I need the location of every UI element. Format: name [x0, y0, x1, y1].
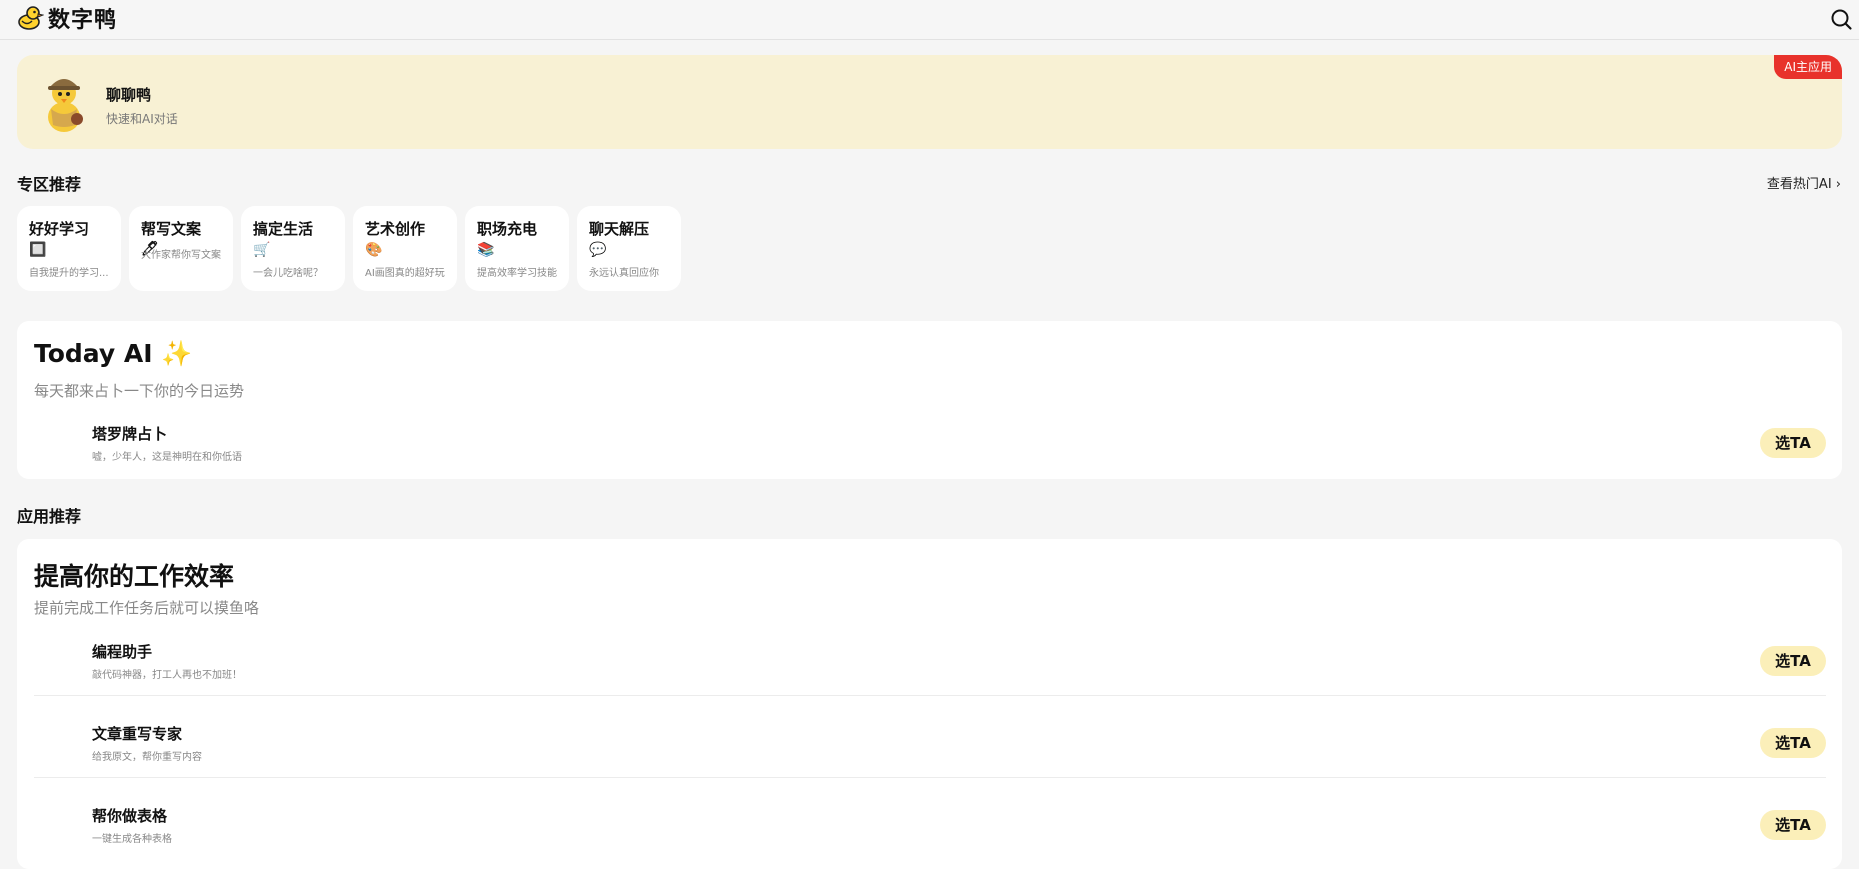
list-item-coding[interactable]: 编程助手 敲代码神器，打工人再也不加班！ 选TA [34, 637, 1826, 707]
category-title: 搞定生活 [253, 220, 314, 238]
view-hot-ai-label: 查看热门AI [1766, 177, 1832, 192]
efficiency-panel: 提高你的工作效率 提前完成工作任务后就可以摸鱼咯 编程助手 敲代码神器，打工人再… [17, 539, 1842, 869]
category-subtitle: 提高效率学习技能 [477, 268, 557, 279]
row-subtitle: 一键生成各种表格 [92, 834, 172, 845]
category-card-copywriting[interactable]: 帮写文案 🖊 大作家帮你写文案 [129, 206, 233, 291]
duck-logo-icon [18, 6, 44, 30]
books-icon: 📚 [477, 242, 495, 258]
pick-button[interactable]: 选TA [1760, 428, 1826, 458]
category-subtitle: 一会儿吃啥呢？ [253, 268, 323, 279]
category-card-art[interactable]: 艺术创作 🎨 AI画图真的超好玩 [353, 206, 457, 291]
ai-main-app-badge: AI主应用 [1774, 55, 1842, 79]
duck-detective-icon [48, 79, 83, 132]
category-subtitle: AI画图真的超好玩 [365, 268, 445, 279]
apps-section-title: 应用推荐 [17, 507, 82, 526]
list-item-table[interactable]: 帮你做表格 一键生成各种表格 选TA [34, 801, 1826, 861]
today-ai-panel: Today AI ✨ 每天都来占卜一下你的今日运势 塔罗牌占卜 嘘，少年人，这是… [17, 321, 1842, 479]
brand-name: 数字鸭 [48, 8, 118, 33]
palette-icon: 🎨 [365, 242, 383, 258]
category-list: 好好学习 🔲 自我提升的学习... 帮写文案 🖊 大作家帮你写文案 搞定生活 🛒… [17, 206, 681, 291]
category-subtitle: 永远认真回应你 [589, 268, 659, 279]
tablet-icon: 🔲 [29, 242, 47, 258]
row-title: 编程助手 [92, 643, 153, 661]
category-card-life[interactable]: 搞定生活 🛒 一会儿吃啥呢？ [241, 206, 345, 291]
sparkles-icon: ✨ [161, 339, 193, 368]
category-card-career[interactable]: 职场充电 📚 提高效率学习技能 [465, 206, 569, 291]
category-card-chat[interactable]: 聊天解压 💬 永远认真回应你 [577, 206, 681, 291]
divider [34, 695, 1826, 696]
pick-button[interactable]: 选TA [1760, 810, 1826, 840]
category-title: 艺术创作 [365, 220, 426, 238]
row-subtitle: 嘘，少年人，这是神明在和你低语 [92, 452, 242, 463]
list-item-tarot[interactable]: 塔罗牌占卜 嘘，少年人，这是神明在和你低语 选TA [34, 419, 1826, 479]
row-subtitle: 给我原文，帮你重写内容 [92, 752, 202, 763]
today-ai-title-text: Today AI [34, 339, 153, 368]
banner-subtitle: 快速和AI对话 [106, 112, 178, 126]
brand-logo[interactable]: 数字鸭 [16, 2, 117, 34]
view-hot-ai-link[interactable]: 查看热门AI › [1767, 173, 1841, 192]
row-title: 塔罗牌占卜 [92, 425, 168, 443]
pick-button[interactable]: 选TA [1760, 646, 1826, 676]
today-ai-subtitle: 每天都来占卜一下你的今日运势 [34, 382, 245, 400]
row-title: 文章重写专家 [92, 725, 183, 743]
cart-icon: 🛒 [253, 242, 271, 258]
efficiency-subtitle: 提前完成工作任务后就可以摸鱼咯 [34, 599, 260, 617]
speech-bubble-icon: 💬 [589, 242, 607, 258]
efficiency-title: 提高你的工作效率 [34, 562, 235, 591]
zone-section-title: 专区推荐 [17, 175, 82, 194]
chevron-right-icon: › [1835, 177, 1841, 192]
list-item-rewrite[interactable]: 文章重写专家 给我原文，帮你重写内容 选TA [34, 719, 1826, 789]
category-title: 聊天解压 [589, 220, 650, 238]
main-app-banner[interactable]: 聊聊鸭 快速和AI对话 AI主应用 [17, 55, 1842, 149]
category-subtitle: 大作家帮你写文案 [141, 250, 221, 261]
category-card-study[interactable]: 好好学习 🔲 自我提升的学习... [17, 206, 121, 291]
today-ai-title: Today AI ✨ [34, 339, 192, 369]
category-title: 帮写文案 [141, 220, 202, 238]
category-subtitle: 自我提升的学习... [29, 268, 109, 279]
pick-button[interactable]: 选TA [1760, 728, 1826, 758]
row-subtitle: 敲代码神器，打工人再也不加班！ [92, 670, 242, 681]
category-title: 好好学习 [29, 220, 90, 238]
top-header: 数字鸭 [0, 0, 1859, 40]
category-title: 职场充电 [477, 220, 538, 238]
row-title: 帮你做表格 [92, 807, 168, 825]
search-icon[interactable] [1829, 7, 1853, 31]
banner-title: 聊聊鸭 [106, 86, 152, 104]
divider [34, 777, 1826, 778]
